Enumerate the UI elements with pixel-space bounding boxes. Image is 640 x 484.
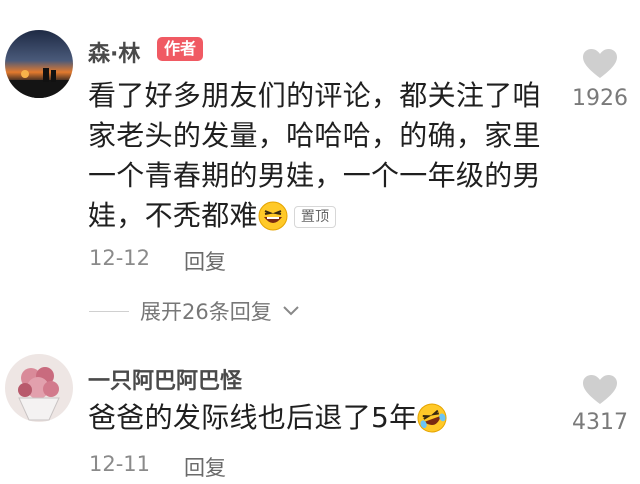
laughing-face-emoji: [258, 201, 288, 242]
comment-line: 家老头的发量，哈哈哈，的确，家里: [88, 119, 541, 152]
like-button[interactable]: [582, 374, 618, 406]
comment-date: 12-11: [89, 452, 151, 476]
comment-line: 看了好多朋友们的评论，都关注了咱: [88, 79, 541, 112]
heart-icon: [583, 375, 617, 404]
divider: [89, 311, 129, 312]
comment-date: 12-12: [89, 246, 151, 270]
comment-line: 娃，不秃都难: [88, 199, 258, 232]
reply-button[interactable]: 回复: [184, 452, 226, 482]
pinned-badge: 置顶: [293, 206, 337, 228]
comment-text: 看了好多朋友们的评论，都关注了咱 家老头的发量，哈哈哈，的确，家里 一个青春期的…: [88, 76, 558, 242]
user-name[interactable]: 森·林: [88, 36, 140, 68]
reply-button[interactable]: 回复: [184, 246, 226, 276]
like-count: 1926: [572, 86, 628, 111]
chevron-down-icon: [283, 306, 300, 316]
like-button[interactable]: [582, 48, 618, 80]
rolling-on-floor-laughing-emoji: [417, 403, 447, 444]
heart-icon: [583, 49, 617, 78]
comment-line: 一个青春期的男娃，一个一年级的男: [88, 159, 541, 192]
comment-line: 爸爸的发际线也后退了5年: [88, 401, 418, 434]
author-badge: 作者: [157, 37, 204, 61]
expand-replies-label: 展开26条回复: [140, 300, 272, 324]
avatar[interactable]: [5, 354, 73, 422]
expand-replies-button[interactable]: 展开26条回复: [140, 296, 300, 326]
comment-text: 爸爸的发际线也后退了5年: [88, 398, 558, 444]
avatar[interactable]: [5, 30, 73, 98]
user-name[interactable]: 一只阿巴阿巴怪: [88, 363, 242, 395]
comment-last-line: 娃，不秃都难 置顶: [88, 196, 558, 242]
like-count: 4317: [572, 410, 628, 435]
